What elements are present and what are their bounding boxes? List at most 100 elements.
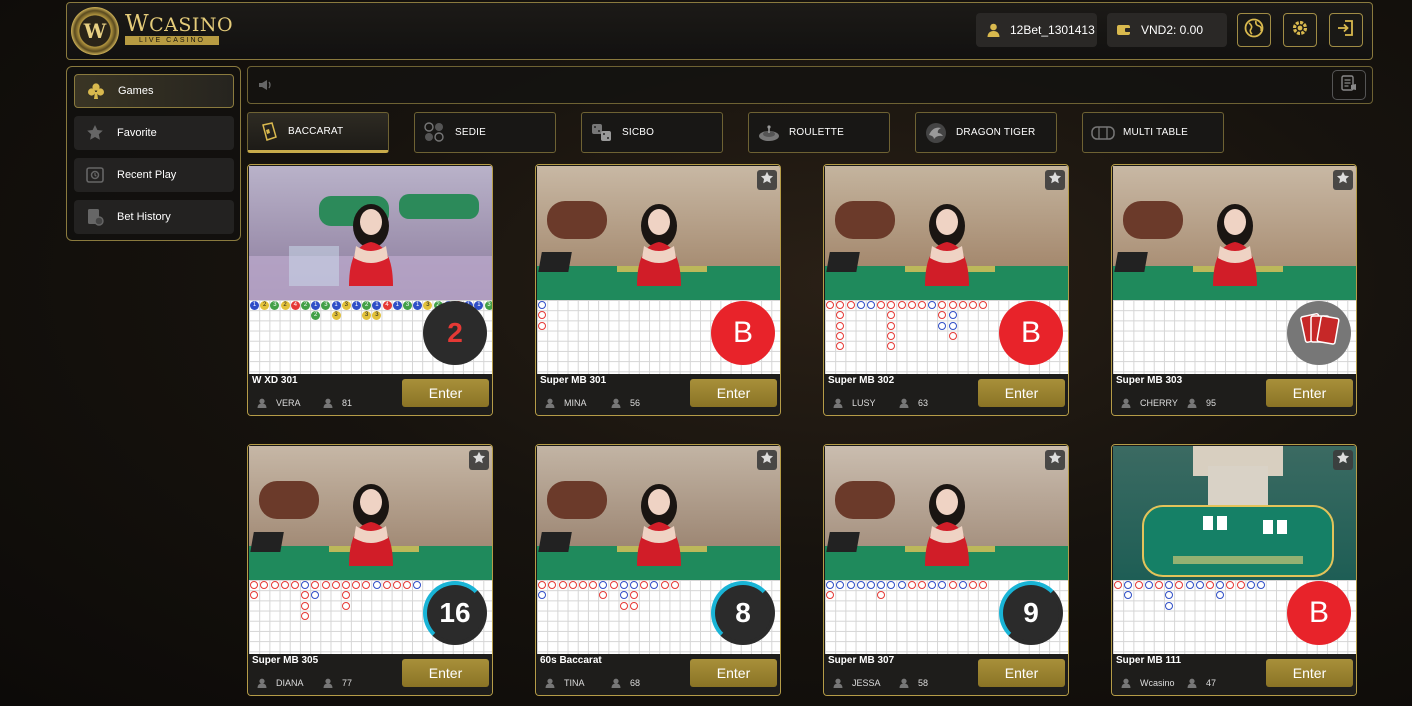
- enter-button[interactable]: Enter: [402, 659, 489, 687]
- cards-icon: [1297, 307, 1341, 359]
- dealer-icon: [545, 398, 555, 408]
- player-marker: [928, 301, 937, 310]
- live-video[interactable]: [249, 446, 492, 580]
- enter-button[interactable]: Enter: [978, 659, 1065, 687]
- player-marker: [897, 581, 906, 590]
- banker-marker: [1226, 581, 1235, 590]
- badge-value: B: [732, 316, 753, 349]
- baccarat-icon: [256, 120, 280, 144]
- tab-sedie[interactable]: SEDIE: [414, 112, 556, 153]
- banker-marker: [1134, 581, 1143, 590]
- table-card[interactable]: 8 60s Baccarat TINA 68 Enter: [535, 444, 781, 696]
- player-marker: [1144, 581, 1153, 590]
- player-marker: [1124, 591, 1133, 600]
- enter-button[interactable]: Enter: [690, 379, 777, 407]
- banker-marker: [321, 581, 330, 590]
- table-card[interactable]: 1232421231331231341313214113 2 W XD 301 …: [247, 164, 493, 416]
- banker-marker: [887, 311, 896, 320]
- badge-value: B: [1308, 596, 1329, 629]
- favorite-star-button[interactable]: [1333, 450, 1353, 470]
- player-count: 56: [611, 398, 640, 408]
- sidebar-item-games[interactable]: Games: [74, 74, 234, 108]
- dealer-info: MINA: [545, 398, 587, 408]
- banker-marker: [392, 581, 401, 590]
- favorite-star-button[interactable]: [1045, 450, 1065, 470]
- card-footer: W XD 301 VERA 81 Enter: [249, 374, 492, 415]
- badge-value: 2: [447, 317, 463, 348]
- gear-icon: [1290, 18, 1310, 43]
- banker-marker: [1114, 581, 1123, 590]
- favorite-star-button[interactable]: [757, 170, 777, 190]
- tab-dragon-tiger[interactable]: DRAGON TIGER: [915, 112, 1057, 153]
- tab-baccarat[interactable]: BACCARAT: [247, 112, 389, 153]
- favorite-star-button[interactable]: [1333, 170, 1353, 190]
- live-video[interactable]: [249, 166, 492, 300]
- card-footer: Super MB 301 MINA 56 Enter: [537, 374, 780, 415]
- banker-marker: [352, 581, 361, 590]
- logo-text[interactable]: WCASINO LIVE CASINO: [125, 13, 233, 45]
- player-marker: [619, 591, 628, 600]
- table-card[interactable]: B Super MB 301 MINA 56 Enter: [535, 164, 781, 416]
- club-icon: [87, 82, 105, 100]
- table-card[interactable]: B Super MB 302 LUSY 63 Enter: [823, 164, 1069, 416]
- enter-button[interactable]: Enter: [402, 379, 489, 407]
- favorite-star-button[interactable]: [469, 450, 489, 470]
- banker-marker: [341, 601, 350, 610]
- live-video[interactable]: [1113, 446, 1356, 580]
- logo-emblem[interactable]: W: [71, 7, 119, 55]
- star-icon: [1048, 451, 1062, 470]
- banker-marker: [341, 581, 350, 590]
- wallet-balance[interactable]: VND2: 0.00: [1107, 13, 1227, 47]
- live-video[interactable]: [537, 166, 780, 300]
- settings-button[interactable]: [1283, 13, 1317, 47]
- player-marker: [846, 581, 855, 590]
- badge-value: 9: [1023, 597, 1039, 628]
- bead-road-marker: 1: [392, 301, 402, 310]
- sidebar-item-bet-history[interactable]: Bet History: [74, 200, 234, 234]
- favorite-star-button[interactable]: [757, 450, 777, 470]
- players-icon: [899, 398, 909, 408]
- globe-icon: [1244, 18, 1264, 43]
- banker-marker: [599, 591, 608, 600]
- players-icon: [1187, 398, 1197, 408]
- dealer-icon: [833, 398, 843, 408]
- table-card[interactable]: 9 Super MB 307 JESSA 58 Enter: [823, 444, 1069, 696]
- enter-button[interactable]: Enter: [1266, 659, 1353, 687]
- tab-sicbo[interactable]: SICBO: [581, 112, 723, 153]
- banker-marker: [958, 301, 967, 310]
- dealer-info: DIANA: [257, 678, 304, 688]
- live-video[interactable]: [1113, 166, 1356, 300]
- sidebar-item-favorite[interactable]: Favorite: [74, 116, 234, 150]
- banker-marker: [968, 581, 977, 590]
- player-marker: [599, 581, 608, 590]
- favorite-star-button[interactable]: [1045, 170, 1065, 190]
- enter-button[interactable]: Enter: [1266, 379, 1353, 407]
- message-button[interactable]: [1332, 70, 1366, 100]
- user-account[interactable]: 12Bet_1301413: [976, 13, 1097, 47]
- table-card[interactable]: 16 Super MB 305 DIANA 77 Enter: [247, 444, 493, 696]
- table-status-badge: B: [1287, 581, 1351, 645]
- player-count-value: 56: [630, 398, 641, 408]
- table-card[interactable]: B Super MB 111 Wcasino 47 Enter: [1111, 444, 1357, 696]
- tab-roulette[interactable]: ROULETTE: [748, 112, 890, 153]
- enter-button[interactable]: Enter: [978, 379, 1065, 407]
- badge-value: 8: [735, 597, 751, 628]
- player-marker: [1165, 581, 1174, 590]
- bead-road-marker: 3: [270, 301, 280, 310]
- table-card[interactable]: Super MB 303 CHERRY 95 Enter: [1111, 164, 1357, 416]
- wallet-icon: [1117, 23, 1131, 37]
- language-button[interactable]: [1237, 13, 1271, 47]
- sidebar-item-recent-play[interactable]: Recent Play: [74, 158, 234, 192]
- enter-button[interactable]: Enter: [690, 659, 777, 687]
- logout-button[interactable]: [1329, 13, 1363, 47]
- tab-multi-table[interactable]: MULTI TABLE: [1082, 112, 1224, 153]
- live-video[interactable]: [825, 446, 1068, 580]
- live-video[interactable]: [825, 166, 1068, 300]
- player-marker: [856, 581, 865, 590]
- star-icon: [86, 124, 104, 142]
- player-marker: [928, 581, 937, 590]
- player-marker: [866, 301, 875, 310]
- live-video[interactable]: [537, 446, 780, 580]
- player-marker: [836, 581, 845, 590]
- player-marker: [1165, 591, 1174, 600]
